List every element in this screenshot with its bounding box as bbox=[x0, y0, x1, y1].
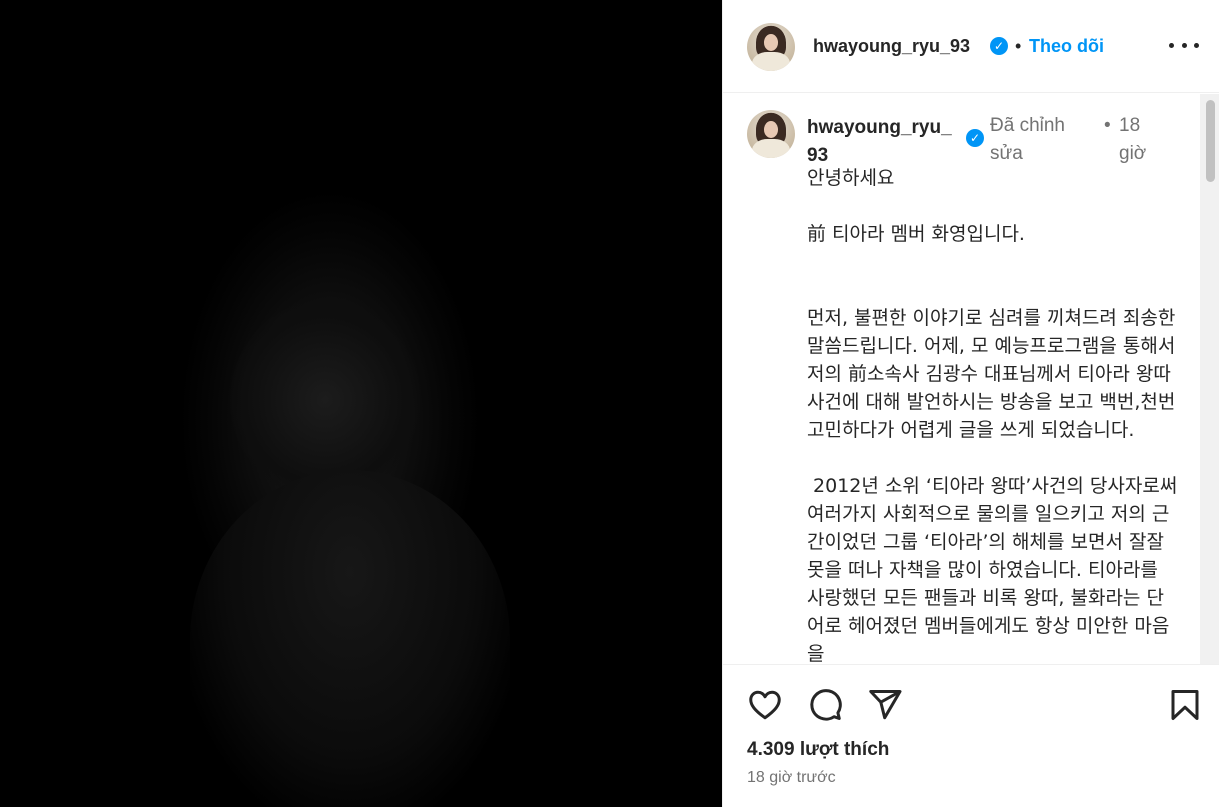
media-subject-head bbox=[230, 300, 420, 500]
post-timestamp[interactable]: 18 giờ trước bbox=[747, 769, 836, 787]
separator-dot: • bbox=[1015, 36, 1022, 56]
post-header: hwayoung_ryu_93 ✓ • Theo dõi bbox=[723, 0, 1219, 93]
comment-bubble-icon[interactable] bbox=[807, 687, 843, 723]
separator-dot: • bbox=[1104, 115, 1111, 136]
caption-area[interactable]: hwayoung_ryu_93 ✓ Đã chỉnh sửa • 18 giờ … bbox=[723, 94, 1219, 664]
caption-paragraph: 2012년 소위 ‘티아라 왕따’사건의 당사자로써 여러가지 사회적으로 물의… bbox=[807, 475, 1184, 664]
caption-paragraph: 前 티아라 멤버 화영입니다. bbox=[807, 223, 1025, 245]
send-icon[interactable] bbox=[867, 687, 903, 723]
heart-icon[interactable] bbox=[747, 687, 783, 723]
header-username[interactable]: hwayoung_ryu_93 bbox=[813, 36, 970, 57]
edited-label: Đã chỉnh sửa bbox=[990, 115, 1065, 164]
more-options-icon[interactable] bbox=[1169, 30, 1199, 60]
follow-button[interactable]: Theo dõi bbox=[1029, 36, 1104, 57]
caption-scrollbar[interactable] bbox=[1200, 94, 1219, 664]
post-media[interactable] bbox=[0, 0, 722, 807]
post-side-panel: hwayoung_ryu_93 ✓ • Theo dõi hwayoung_ry… bbox=[722, 0, 1219, 807]
caption-avatar[interactable] bbox=[747, 110, 795, 158]
verified-badge-icon: ✓ bbox=[966, 129, 984, 147]
media-subject-body bbox=[190, 470, 510, 807]
bookmark-icon[interactable] bbox=[1167, 687, 1203, 723]
avatar[interactable] bbox=[747, 23, 795, 71]
caption-username[interactable]: hwayoung_ryu_93 bbox=[807, 114, 957, 170]
like-count[interactable]: 4.309 lượt thích bbox=[747, 739, 889, 761]
caption-paragraph: 먼저, 불편한 이야기로 심려를 끼쳐드려 죄송한 말씀드립니다. 어제, 모 … bbox=[807, 307, 1176, 441]
scrollbar-thumb[interactable] bbox=[1206, 100, 1215, 182]
caption-paragraph: 안녕하세요 bbox=[807, 167, 895, 189]
caption-timestamp[interactable]: 18 giờ bbox=[1119, 112, 1159, 168]
verified-badge-icon: ✓ bbox=[990, 37, 1008, 55]
post-actions: 4.309 lượt thích 18 giờ trước bbox=[723, 664, 1219, 807]
caption-text: 안녕하세요 前 티아라 멤버 화영입니다. 먼저, 불편한 이야기로 심려를 끼… bbox=[807, 164, 1179, 664]
